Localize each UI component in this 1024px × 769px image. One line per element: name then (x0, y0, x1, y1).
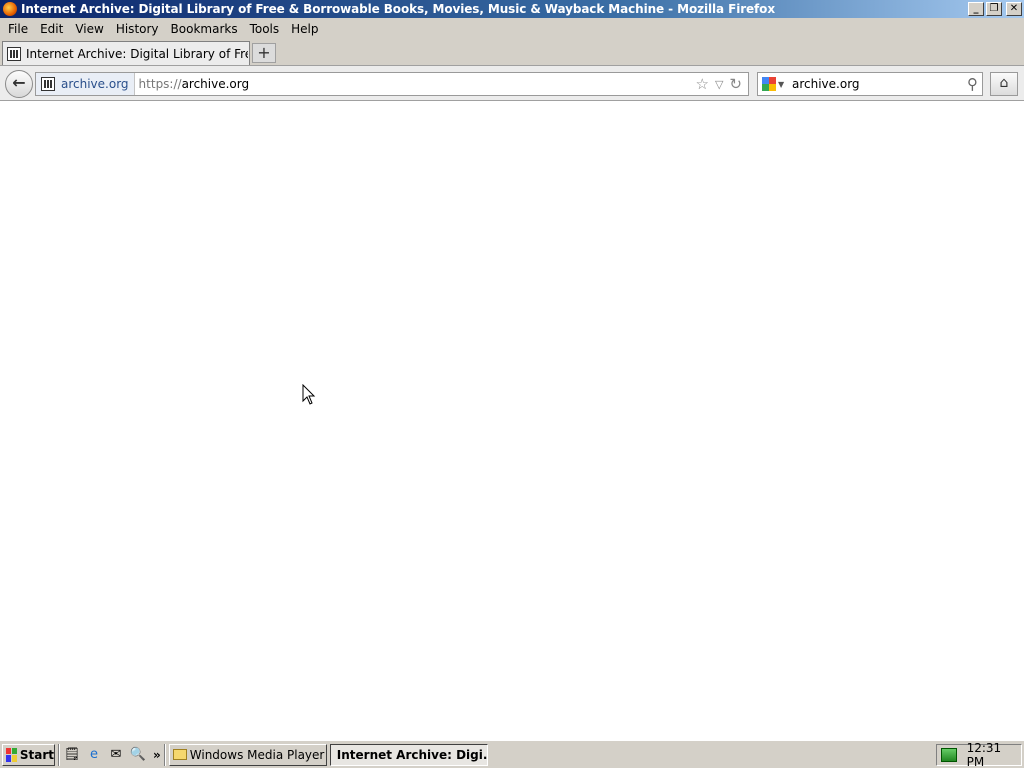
url-host: archive.org (181, 77, 250, 91)
minimize-button[interactable]: _ (968, 2, 984, 16)
history-dropdown-icon[interactable]: ▽ (715, 78, 723, 91)
taskbar: Start 🗒 e ✉ 🔍 » Windows Media Player Int… (0, 740, 1024, 769)
task-windows-media-player[interactable]: Windows Media Player (168, 743, 327, 766)
menu-bar: File Edit View History Bookmarks Tools H… (0, 18, 1024, 40)
bookmark-star-icon[interactable]: ☆ (696, 75, 709, 93)
system-tray: 12:31 PM (936, 741, 1022, 769)
show-desktop-icon[interactable]: 🗒 (63, 746, 81, 764)
windows-logo-icon (6, 747, 17, 762)
url-bar-icons: ☆ ▽ ↻ (696, 75, 749, 93)
google-icon (762, 77, 776, 91)
menu-edit[interactable]: Edit (34, 22, 69, 36)
task-firefox[interactable]: Internet Archive: Digi... (329, 743, 488, 766)
page-content (0, 102, 1024, 740)
clock: 12:31 PM (966, 741, 1002, 769)
quick-launch: 🗒 e ✉ 🔍 » (63, 746, 161, 764)
home-button[interactable]: ⌂ (990, 72, 1018, 96)
url-scheme: https:// (138, 77, 182, 91)
start-button[interactable]: Start (2, 743, 55, 766)
menu-help[interactable]: Help (285, 22, 324, 36)
internet-explorer-icon[interactable]: e (85, 746, 103, 764)
search-magnifier-icon[interactable]: ⚲ (967, 75, 982, 93)
task-label: Internet Archive: Digi... (336, 747, 488, 762)
site-identity-button[interactable]: archive.org (36, 73, 135, 95)
title-bar: Internet Archive: Digital Library of Fre… (0, 0, 1024, 18)
firefox-icon (3, 2, 17, 16)
navigation-toolbar: ← archive.org https://archive.org ☆ ▽ ↻ … (0, 65, 1024, 101)
menu-view[interactable]: View (69, 22, 109, 36)
tab-strip: Internet Archive: Digital Library of Fre… (0, 40, 1024, 65)
identity-domain: archive.org (61, 77, 129, 91)
tab-label: Internet Archive: Digital Library of Fre… (26, 46, 248, 61)
archive-favicon-icon (7, 46, 21, 61)
url-bar[interactable]: archive.org https://archive.org ☆ ▽ ↻ (35, 72, 749, 96)
new-tab-button[interactable]: + (252, 43, 276, 63)
menu-history[interactable]: History (110, 22, 165, 36)
quick-launch-more-icon[interactable]: » (153, 748, 161, 762)
url-text[interactable]: https://archive.org (139, 77, 696, 91)
window-title: Internet Archive: Digital Library of Fre… (21, 2, 775, 16)
search-engine-button[interactable]: ▼ (758, 73, 790, 95)
menu-bookmarks[interactable]: Bookmarks (165, 22, 244, 36)
reload-icon[interactable]: ↻ (729, 75, 742, 93)
close-button[interactable]: ✕ (1006, 2, 1022, 16)
back-button[interactable]: ← (5, 70, 33, 98)
search-input[interactable] (792, 77, 952, 91)
taskbar-separator (163, 743, 166, 766)
window-controls: _ ❐ ✕ (968, 2, 1022, 16)
chevron-down-icon: ▼ (778, 79, 785, 89)
outlook-express-icon[interactable]: ✉ (107, 746, 125, 764)
folder-icon (172, 749, 187, 760)
search-bar: ▼ ⚲ (757, 72, 983, 96)
network-icon[interactable] (941, 748, 957, 762)
tab-internet-archive[interactable]: Internet Archive: Digital Library of Fre… (2, 41, 250, 65)
menu-file[interactable]: File (2, 22, 34, 36)
taskbar-separator (58, 743, 60, 766)
menu-tools[interactable]: Tools (244, 22, 286, 36)
start-label: Start (19, 747, 54, 762)
archive-favicon-icon (41, 77, 55, 91)
task-label: Windows Media Player (189, 747, 325, 762)
search-icon[interactable]: 🔍 (129, 746, 147, 764)
restore-button[interactable]: ❐ (986, 2, 1002, 16)
